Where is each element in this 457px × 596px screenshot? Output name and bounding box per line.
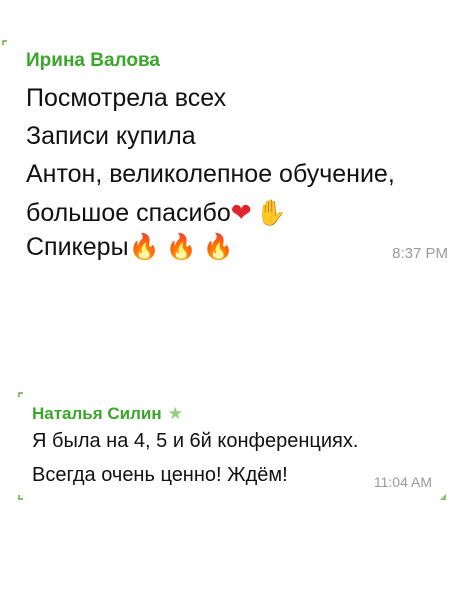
fire-emoji-icon: 🔥 [202,232,234,261]
chat-page: Ирина Валова Посмотрела всех Записи купи… [0,0,457,596]
fire-emoji-icon: 🔥 [128,232,160,261]
message-text-line: Антон, великолепное обучение, [26,160,395,188]
folded-hands-emoji-icon: ✋ [255,198,287,227]
message-text: Спикеры [26,233,129,261]
heart-emoji-icon: ❤ [230,198,252,227]
star-icon: ★ [167,404,183,423]
message-sender-row[interactable]: Наталья Силин ★ [32,404,183,424]
message-text: большое спасибо [26,199,231,227]
bubble-corner [2,40,7,45]
bubble-corner [18,495,23,500]
message-timestamp: 8:37 PM [392,245,448,262]
message-sender[interactable]: Наталья Силин [32,404,162,423]
message-timestamp: 11:04 AM [373,474,432,490]
message-text-line: Записи купила [26,122,196,150]
bubble-tail [440,494,446,500]
message-text-line: Я была на 4, 5 и 6й конференциях. [32,430,359,452]
message-text-line-with-emoji: Спикеры🔥 🔥 🔥 [26,232,234,262]
message-sender[interactable]: Ирина Валова [26,50,160,72]
message-text-line: Всегда очень ценно! Ждём! [32,464,288,486]
bubble-corner [18,392,23,397]
message-text-line-with-emoji: большое спасибо❤ ✋ [26,198,287,228]
message-text-line: Посмотрела всех [26,84,227,112]
message-bubble[interactable]: Наталья Силин ★ Я была на 4, 5 и 6й конфе… [18,392,446,500]
fire-emoji-icon: 🔥 [165,232,197,261]
message-bubble[interactable]: Ирина Валова Посмотрела всех Записи купи… [2,40,452,270]
